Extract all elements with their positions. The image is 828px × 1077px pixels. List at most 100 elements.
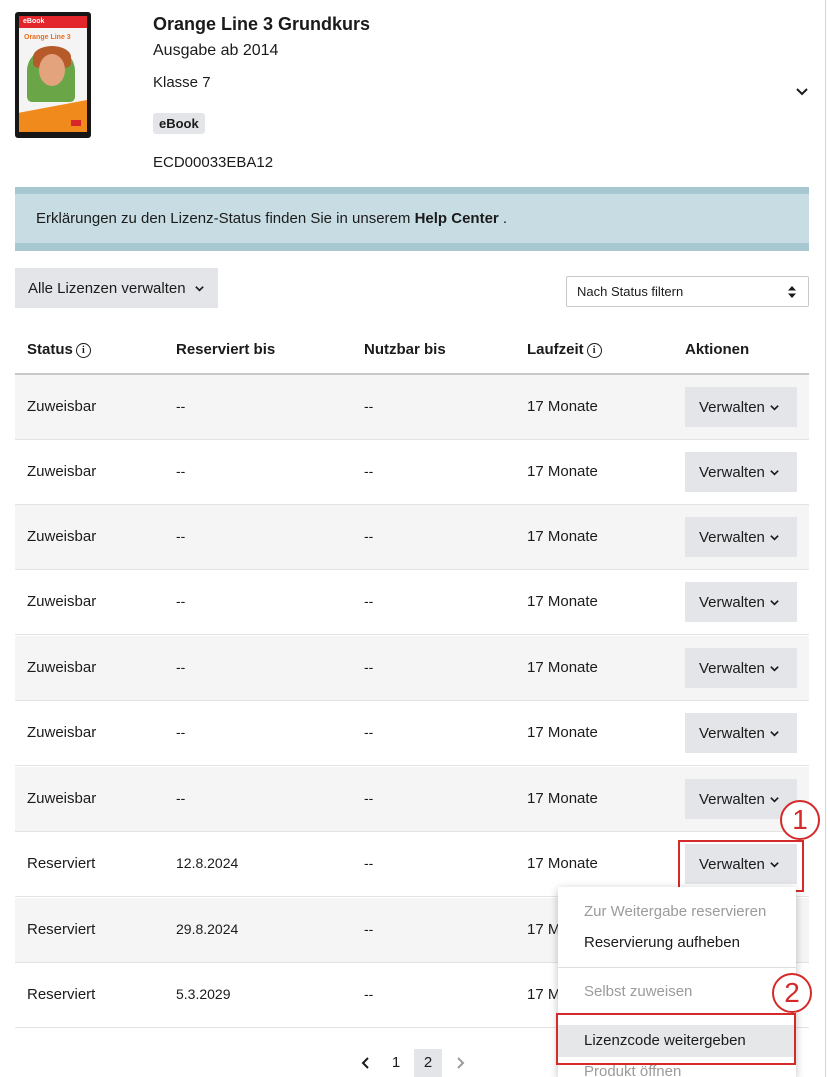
row-usable-until: -- <box>364 463 374 479</box>
product-type-badge: eBook <box>153 113 205 134</box>
row-duration: 17 Monate <box>527 528 598 545</box>
info-circle-icon[interactable]: i <box>586 343 602 358</box>
manage-license-button[interactable]: Verwalten <box>685 648 797 688</box>
manage-label: Verwalten <box>699 528 765 546</box>
manage-all-label: Alle Lizenzen verwalten <box>28 279 186 297</box>
column-header-reserved-until: Reserviert bis <box>176 341 276 358</box>
row-status: Zuweisbar <box>27 398 97 415</box>
row-reserved-until: 29.8.2024 <box>176 921 239 937</box>
page-link-2-current[interactable]: 2 <box>414 1049 442 1077</box>
chevron-down-icon <box>770 731 779 737</box>
manage-license-button[interactable]: Verwalten <box>685 387 797 427</box>
step-marker-2: 2 <box>772 973 812 1013</box>
highlight-box-step-2 <box>556 1013 796 1065</box>
manage-label: Verwalten <box>699 398 765 416</box>
manage-license-button[interactable]: Verwalten <box>685 452 797 492</box>
row-duration: 17 M <box>527 921 561 938</box>
row-status: Zuweisbar <box>27 724 97 741</box>
row-status: Reserviert <box>27 855 96 872</box>
table-row: Zuweisbar -- -- 17 Monate Verwalten <box>15 440 809 505</box>
cover-band: eBook <box>19 16 87 28</box>
header-status-label: Status <box>27 341 73 358</box>
manage-license-button[interactable]: Verwalten <box>685 517 797 557</box>
row-duration: 17 Monate <box>527 463 598 480</box>
row-usable-until: -- <box>364 528 374 544</box>
license-info-banner: Erklärungen zu den Lizenz-Status finden … <box>15 187 809 251</box>
row-usable-until: -- <box>364 724 374 740</box>
step-marker-1: 1 <box>780 800 820 840</box>
row-reserved-until: -- <box>176 528 186 544</box>
row-duration: 17 Monate <box>527 855 598 872</box>
row-usable-until: -- <box>364 986 374 1002</box>
row-reserved-until: -- <box>176 463 186 479</box>
manage-all-licenses-button[interactable]: Alle Lizenzen verwalten <box>15 268 218 308</box>
banner-message: Erklärungen zu den Lizenz-Status finden … <box>36 210 415 227</box>
chevron-left-icon[interactable] <box>359 1056 373 1070</box>
chevron-right-icon[interactable] <box>453 1056 467 1070</box>
manage-label: Verwalten <box>699 790 765 808</box>
row-reserved-until: -- <box>176 593 186 609</box>
chevron-down-icon <box>770 405 779 411</box>
chevron-down-icon[interactable] <box>794 84 810 100</box>
row-usable-until: -- <box>364 398 374 414</box>
row-reserved-until: 12.8.2024 <box>176 855 239 871</box>
menu-item-cancel-reservation[interactable]: Reservierung aufheben <box>558 927 796 959</box>
manage-label: Verwalten <box>699 724 765 742</box>
row-duration: 17 Monate <box>527 724 598 741</box>
row-status: Reserviert <box>27 986 96 1003</box>
chevron-down-icon <box>770 797 779 803</box>
up-down-arrows-icon <box>788 286 796 298</box>
row-usable-until: -- <box>364 790 374 806</box>
banner-suffix: . <box>498 210 508 227</box>
row-duration: 17 Monate <box>527 398 598 415</box>
table-row: Zuweisbar -- -- 17 Monate Verwalten <box>15 505 809 570</box>
status-filter-select[interactable]: Nach Status filtern <box>566 276 809 307</box>
row-reserved-until: -- <box>176 659 186 675</box>
row-status: Zuweisbar <box>27 659 97 676</box>
chevron-down-icon <box>770 470 779 476</box>
status-filter-value: Nach Status filtern <box>577 284 684 299</box>
row-status: Zuweisbar <box>27 593 97 610</box>
manage-label: Verwalten <box>699 659 765 677</box>
row-reserved-until: -- <box>176 398 186 414</box>
menu-divider <box>558 967 796 968</box>
row-duration: 17 M <box>527 986 561 1003</box>
row-reserved-until: 5.3.2029 <box>176 986 231 1002</box>
info-circle-icon[interactable]: i <box>75 343 91 358</box>
help-center-link[interactable]: Help Center <box>415 210 499 227</box>
row-usable-until: -- <box>364 855 374 871</box>
menu-item-reserve-for-transfer[interactable]: Zur Weitergabe reservieren <box>558 896 796 928</box>
manage-license-button[interactable]: Verwalten <box>685 713 797 753</box>
row-status: Zuweisbar <box>27 463 97 480</box>
chevron-down-icon <box>770 666 779 672</box>
highlight-box-step-1 <box>678 840 804 892</box>
product-cover-image: eBook Orange Line 3 <box>15 12 91 138</box>
banner-text: Erklärungen zu den Lizenz-Status finden … <box>36 210 507 227</box>
row-usable-until: -- <box>364 659 374 675</box>
column-header-usable-until: Nutzbar bis <box>364 341 446 358</box>
table-row: Zuweisbar -- -- 17 Monate Verwalten <box>15 570 809 635</box>
row-duration: 17 Monate <box>527 790 598 807</box>
row-status: Reserviert <box>27 921 96 938</box>
table-row: Zuweisbar -- -- 17 Monate Verwalten <box>15 701 809 766</box>
table-row: Zuweisbar -- -- 17 Monate Verwalten <box>15 636 809 701</box>
page-link-1[interactable]: 1 <box>382 1049 410 1077</box>
column-header-duration: Laufzeit i <box>527 341 602 358</box>
column-header-actions: Aktionen <box>685 341 750 358</box>
chevron-down-icon <box>195 286 204 292</box>
row-status: Zuweisbar <box>27 528 97 545</box>
manage-label: Verwalten <box>699 593 765 611</box>
row-reserved-until: -- <box>176 790 186 806</box>
row-usable-until: -- <box>364 921 374 937</box>
row-status: Zuweisbar <box>27 790 97 807</box>
manage-license-button[interactable]: Verwalten <box>685 582 797 622</box>
row-duration: 17 Monate <box>527 593 598 610</box>
row-reserved-until: -- <box>176 724 186 740</box>
row-usable-until: -- <box>364 593 374 609</box>
menu-item-self-assign[interactable]: Selbst zuweisen <box>558 976 796 1008</box>
manage-label: Verwalten <box>699 463 765 481</box>
row-duration: 17 Monate <box>527 659 598 676</box>
chevron-down-icon <box>770 535 779 541</box>
page-edge-divider <box>825 0 826 1077</box>
table-row: Zuweisbar -- -- 17 Monate Verwalten <box>15 375 809 440</box>
